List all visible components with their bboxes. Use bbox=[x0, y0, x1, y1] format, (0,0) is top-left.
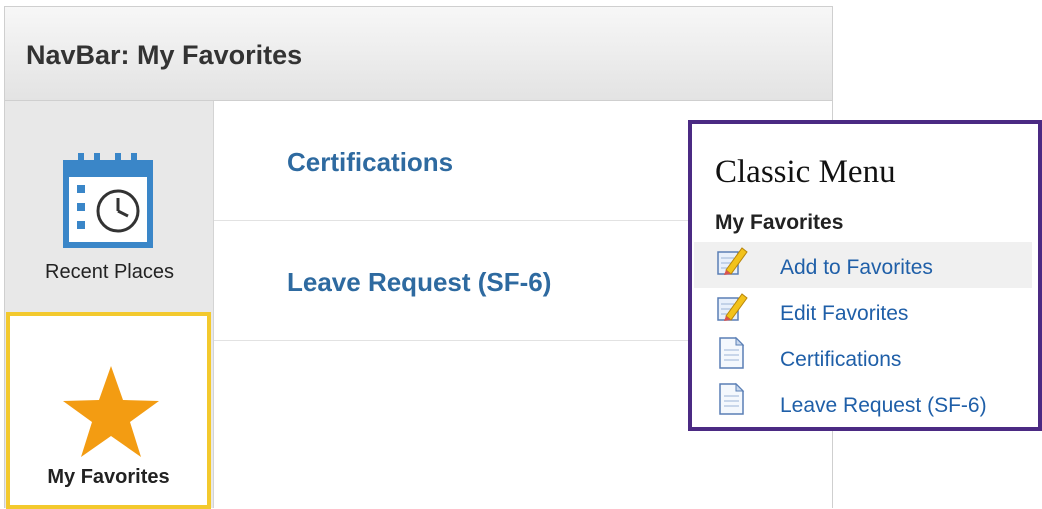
classic-menu-section-heading: My Favorites bbox=[715, 211, 844, 234]
classic-menu-title: Classic Menu bbox=[715, 154, 896, 190]
favorite-link-certifications[interactable]: Certifications bbox=[287, 147, 453, 178]
navbar-sidebar: Recent Places My Favorites bbox=[5, 101, 214, 509]
pencil-notepad-icon bbox=[717, 247, 748, 275]
document-icon bbox=[719, 336, 745, 369]
navbar-header: NavBar: My Favorites bbox=[5, 7, 832, 101]
menu-item-label: Add to Favorites bbox=[780, 256, 933, 279]
sidebar-item-recent-places[interactable]: Recent Places bbox=[5, 101, 214, 311]
menu-item-label: Edit Favorites bbox=[780, 302, 909, 325]
menu-item-certifications[interactable]: Certifications bbox=[694, 334, 1032, 380]
menu-item-label: Leave Request (SF-6) bbox=[780, 394, 987, 417]
calendar-clock-icon bbox=[63, 153, 153, 248]
sidebar-item-label: My Favorites bbox=[47, 466, 170, 488]
sidebar-item-my-favorites[interactable]: My Favorites bbox=[6, 312, 211, 509]
pencil-notepad-icon bbox=[717, 293, 748, 321]
star-icon bbox=[63, 366, 159, 457]
menu-item-add-to-favorites[interactable]: Add to Favorites bbox=[694, 242, 1032, 288]
menu-item-label: Certifications bbox=[780, 348, 902, 371]
document-icon bbox=[719, 382, 745, 415]
favorite-link-leave-request[interactable]: Leave Request (SF-6) bbox=[287, 267, 551, 298]
sidebar-item-label: Recent Places bbox=[45, 261, 174, 283]
navbar-title: NavBar: My Favorites bbox=[26, 40, 303, 70]
classic-menu-callout: Classic Menu My Favorites Add to Favorit… bbox=[688, 120, 1042, 431]
menu-item-leave-request[interactable]: Leave Request (SF-6) bbox=[694, 380, 1032, 426]
menu-item-edit-favorites[interactable]: Edit Favorites bbox=[694, 288, 1032, 334]
